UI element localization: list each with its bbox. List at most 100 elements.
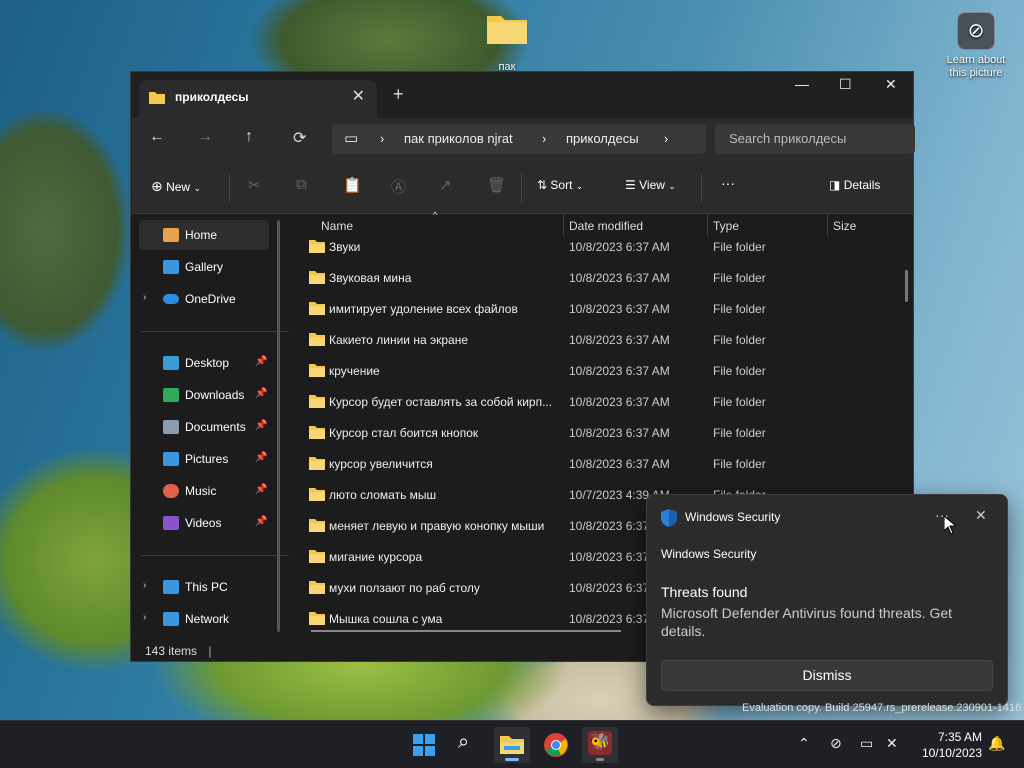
share-icon[interactable]: ↗ [439,176,452,194]
file-list-scrollbar[interactable] [905,270,908,302]
column-header-type[interactable]: Type [713,219,739,233]
clock-date: 10/10/2023 [921,746,982,760]
table-row[interactable]: Курсор будет оставлять за собой кирп... 1… [289,387,899,418]
desktop-folder[interactable]: пак [478,10,536,73]
up-icon[interactable]: ↑ [245,128,253,146]
learn-about-picture[interactable]: ⊘ Learn about this picture [940,12,1012,80]
network-icon [163,612,179,626]
divider [141,555,289,556]
refresh-icon[interactable]: ⟳ [293,128,306,148]
rename-icon[interactable]: Ⓐ [391,176,406,197]
sidebar-item-label: Network [185,612,230,626]
toast-close-button[interactable]: ✕ [975,507,987,524]
taskbar-bee-app[interactable]: 🐝 [582,727,618,763]
pc-icon [163,580,179,594]
sidebar-item-documents[interactable]: Documents 📌 [139,412,269,442]
details-button-label: Details [843,178,881,192]
home-icon [163,228,179,242]
bee-app-icon: 🐝 [588,731,612,755]
clock-time: 7:35 AM [937,730,982,744]
display-icon[interactable]: ▭ [860,735,873,752]
table-row[interactable]: Звуки 10/8/2023 6:37 AM File folder [289,232,899,263]
forward-icon[interactable]: → [197,128,213,146]
table-row[interactable]: курсор увеличится 10/8/2023 6:37 AM File f… [289,449,899,480]
toast-message: Microsoft Defender Antivirus found threa… [661,605,953,639]
close-button[interactable]: ✕ [885,76,897,93]
sidebar-scrollbar[interactable] [277,220,280,632]
file-type: File folder [713,333,766,347]
column-header-name[interactable]: Name [321,219,353,233]
taskbar-search-button[interactable]: ⌕ [450,727,486,763]
view-button[interactable]: ☰ View ⌄ [625,178,676,192]
sidebar-item-this-pc[interactable]: › This PC [139,572,269,602]
chevron-right-icon[interactable]: › [143,292,146,303]
breadcrumb-item[interactable]: пак приколов njrat [404,131,513,146]
download-icon [163,388,179,402]
horizontal-scrollbar[interactable] [311,630,621,632]
tab-close-icon[interactable]: ✕ [352,86,365,106]
file-name: кручение [329,364,380,378]
dismiss-button[interactable]: Dismiss [661,660,993,691]
sidebar-item-label: Home [185,228,218,242]
delete-icon[interactable]: 🗑 [487,176,506,194]
network-disconnected-icon[interactable]: ⊘ [830,735,842,752]
file-type: File folder [713,302,766,316]
tab-prikoldesy[interactable]: приколдесы ✕ [139,80,377,118]
new-tab-button[interactable]: + [393,84,404,105]
column-header-size[interactable]: Size [833,219,856,233]
minimize-button[interactable]: — [795,76,809,92]
folder-icon [309,240,325,253]
chevron-right-icon: › [542,131,547,146]
copy-icon[interactable]: ⧉ [296,176,307,193]
folder-icon [309,550,325,563]
address-bar[interactable]: ▭ › пак приколов njrat › приколдесы › [332,124,706,154]
search-placeholder: Search приколдесы [729,131,847,146]
table-row[interactable]: Какието линии на экране 10/8/2023 6:37 AM… [289,325,899,356]
taskbar-file-explorer[interactable] [494,727,530,763]
pin-icon: 📌 [255,420,268,431]
folder-icon [309,333,325,346]
taskbar-chrome[interactable] [538,727,574,763]
sidebar-item-label: Documents [185,420,246,434]
cut-icon[interactable]: ✂ [248,176,261,194]
document-icon [163,420,179,434]
details-button[interactable]: ◨ Details [829,178,880,192]
notification-bell-icon[interactable]: 🔔 [988,735,1005,752]
sidebar-item-onedrive[interactable]: › OneDrive [139,284,269,314]
sidebar-item-network[interactable]: › Network [139,604,269,634]
breadcrumb-item[interactable]: приколдесы [566,131,639,146]
table-row[interactable]: кручение 10/8/2023 6:37 AM File folder [289,356,899,387]
file-date: 10/8/2023 6:37 [569,612,650,626]
chevron-right-icon[interactable]: › [143,612,146,623]
back-icon[interactable]: ← [149,128,165,146]
clock[interactable]: 7:35 AM 10/10/2023 [910,729,982,761]
sidebar-item-home[interactable]: Home [139,220,269,250]
file-date: 10/8/2023 6:37 [569,581,650,595]
chrome-icon [544,733,568,757]
paste-icon[interactable]: 📋 [343,176,362,194]
start-button[interactable] [406,727,442,763]
table-row[interactable]: имитирует удоление всех файлов 10/8/2023 … [289,294,899,325]
folder-icon [309,581,325,594]
more-options-button[interactable]: ··· [721,175,735,191]
divider [521,174,522,202]
maximize-button[interactable]: ☐ [839,76,852,93]
toast-heading: Threats found [661,584,748,600]
file-date: 10/8/2023 6:37 [569,550,650,564]
sidebar-item-desktop[interactable]: Desktop 📌 [139,348,269,378]
sidebar-item-music[interactable]: Music 📌 [139,476,269,506]
sidebar-item-videos[interactable]: Videos 📌 [139,508,269,538]
column-header-date[interactable]: Date modified [569,219,643,233]
sidebar-item-pictures[interactable]: Pictures 📌 [139,444,269,474]
search-input[interactable]: Search приколдесы [715,124,915,154]
sidebar-item-downloads[interactable]: Downloads 📌 [139,380,269,410]
show-hidden-icons-chevron-icon[interactable]: ⌃ [798,735,810,752]
table-row[interactable]: Курсор стал боится кнопок 10/8/2023 6:37 … [289,418,899,449]
folder-icon [309,457,325,470]
sidebar-item-gallery[interactable]: Gallery [139,252,269,282]
table-row[interactable]: Звуковая мина 10/8/2023 6:37 AM File folde… [289,263,899,294]
sort-button[interactable]: ⇅ Sort ⌄ [537,178,583,192]
new-button[interactable]: ⊕ New ⌄ [151,178,201,195]
volume-muted-icon[interactable]: ✕ [886,735,898,752]
chevron-right-icon[interactable]: › [143,580,146,591]
